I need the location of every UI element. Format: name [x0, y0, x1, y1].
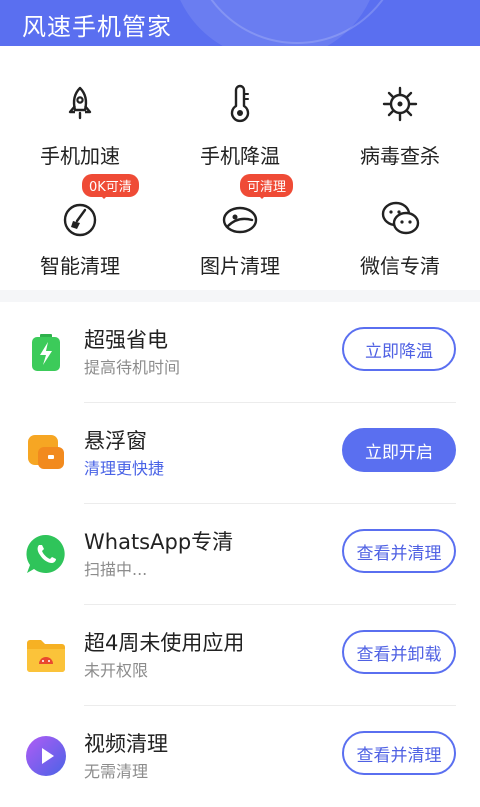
- list-item[interactable]: WhatsApp专清 扫描中... 查看并清理: [0, 504, 480, 605]
- list-item[interactable]: 超强省电 提高待机时间 立即降温: [0, 302, 480, 403]
- list-item[interactable]: 悬浮窗 清理更快捷 立即开启: [0, 403, 480, 504]
- view-and-clean-button[interactable]: 查看并清理: [342, 529, 456, 573]
- tool-phone-cooling[interactable]: 手机降温: [160, 82, 320, 192]
- tool-label: 手机降温: [200, 144, 280, 168]
- thermometer-icon: [230, 84, 250, 123]
- app-title: 风速手机管家: [22, 13, 172, 41]
- android-folder-icon: [27, 640, 65, 672]
- tool-smart-clean[interactable]: 0K可清 智能清理: [0, 174, 160, 302]
- video-icon: [26, 736, 66, 776]
- floating-window-icon: [28, 435, 64, 469]
- broom-icon: [63, 203, 97, 237]
- view-and-clean-button[interactable]: 查看并清理: [342, 731, 456, 775]
- virus-icon: [382, 86, 418, 122]
- tool-phone-speedup[interactable]: 手机加速: [0, 82, 160, 192]
- tool-label: 智能清理: [40, 254, 120, 278]
- tool-virus-scan[interactable]: 病毒查杀: [320, 82, 480, 192]
- item-subtitle: 清理更快捷: [84, 459, 165, 478]
- item-title: 悬浮窗: [84, 429, 147, 453]
- battery-icon: [32, 334, 60, 371]
- enable-now-button[interactable]: 立即开启: [342, 428, 456, 472]
- tool-wechat-clean[interactable]: 微信专清: [320, 192, 480, 302]
- whatsapp-icon: [26, 534, 65, 573]
- item-subtitle: 扫描中...: [84, 560, 148, 579]
- tool-label: 微信专清: [360, 254, 440, 278]
- status-badge: 可清理: [240, 174, 294, 199]
- status-badge: 0K可清: [82, 174, 139, 199]
- item-title: 超4周未使用应用: [84, 631, 245, 655]
- item-title: WhatsApp专清: [84, 530, 234, 554]
- rocket-icon: [68, 86, 92, 120]
- tool-label: 图片清理: [200, 254, 280, 278]
- tool-label: 病毒查杀: [360, 144, 440, 168]
- cool-down-button[interactable]: 立即降温: [342, 327, 456, 371]
- item-title: 超强省电: [84, 328, 168, 352]
- list-item[interactable]: 视频清理 无需清理 查看并清理: [0, 706, 480, 807]
- tool-image-clean[interactable]: 可清理 图片清理: [160, 174, 320, 302]
- item-subtitle: 未开权限: [84, 661, 149, 680]
- tool-label: 手机加速: [40, 144, 120, 168]
- list-item[interactable]: 超4周未使用应用 未开权限 查看并卸载: [0, 605, 480, 706]
- view-and-uninstall-button[interactable]: 查看并卸载: [342, 630, 456, 674]
- app-header: 风速手机管家: [0, 0, 480, 46]
- image-icon: [222, 206, 258, 234]
- item-subtitle: 无需清理: [84, 762, 149, 781]
- item-title: 视频清理: [84, 732, 168, 756]
- wechat-icon: [381, 201, 420, 235]
- item-subtitle: 提高待机时间: [84, 358, 181, 377]
- section-divider: [0, 290, 480, 302]
- tool-grid: 手机加速 手机降温 病毒查杀 0K可清 智能清理 可清理 图片清理 微信专清: [0, 46, 480, 290]
